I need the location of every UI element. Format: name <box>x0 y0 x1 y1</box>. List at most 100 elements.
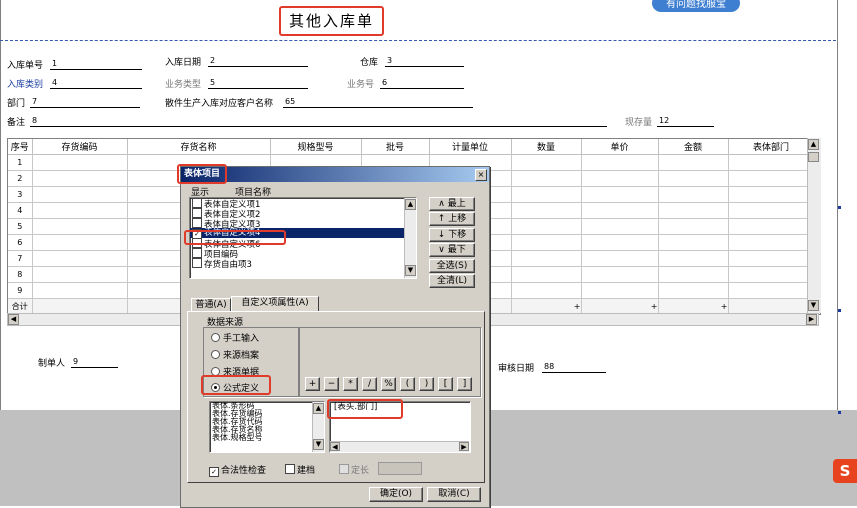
scroll-up-icon[interactable]: ▲ <box>405 199 416 210</box>
operator-button[interactable]: [ <box>438 377 453 391</box>
col-header-batch[interactable]: 批号 <box>361 139 430 155</box>
col-header-name[interactable]: 存货名称 <box>127 139 271 155</box>
customer-label: 散件生产入库对应客户名称 <box>165 99 274 109</box>
checkbox-icon[interactable] <box>192 258 202 268</box>
list-item[interactable]: 存货自由项3 <box>190 258 416 270</box>
checkbox-icon[interactable] <box>192 198 202 208</box>
scroll-down-icon[interactable]: ▼ <box>808 300 819 311</box>
row-number: 8 <box>8 266 33 283</box>
list-item[interactable]: 项目编码 <box>190 248 416 260</box>
move-down-button[interactable]: ↓ 下移 <box>429 228 475 242</box>
row-number: 2 <box>8 170 33 187</box>
items-scrollbar[interactable]: ▲ ▼ <box>404 198 416 278</box>
resize-handle[interactable] <box>838 411 841 414</box>
biz-no-field[interactable]: 6 <box>380 77 464 89</box>
tab-general[interactable]: 普通(A) <box>191 298 231 312</box>
list-item[interactable]: 表体自定义项3 <box>190 218 416 230</box>
move-up-button[interactable]: ↑ 上移 <box>429 212 475 226</box>
clear-all-button[interactable]: 全清(L) <box>429 274 475 288</box>
sogou-ime-icon[interactable]: S <box>833 459 857 483</box>
highlight-item <box>184 230 286 245</box>
source-option-archive[interactable]: 来源档案 <box>211 348 259 361</box>
select-all-button[interactable]: 全选(S) <box>429 259 475 273</box>
scroll-up-icon[interactable]: ▲ <box>808 139 819 150</box>
operator-button[interactable]: * <box>343 377 358 391</box>
list-item[interactable]: 表体自定义项2 <box>190 208 416 220</box>
move-bottom-button[interactable]: ∨ 最下 <box>429 243 475 257</box>
warehouse-field[interactable]: 3 <box>385 55 464 67</box>
col-header-spec[interactable]: 规格型号 <box>270 139 362 155</box>
row-number: 9 <box>8 282 33 299</box>
checkbox-icon[interactable] <box>192 208 202 218</box>
remark-label: 备注 <box>7 118 26 128</box>
stock-field: 12 <box>657 115 714 127</box>
operator-button[interactable]: % <box>381 377 396 391</box>
scroll-up-icon[interactable]: ▲ <box>313 403 324 414</box>
checkbox-icon[interactable] <box>192 218 202 228</box>
operator-button[interactable]: ( <box>400 377 415 391</box>
title-divider <box>0 40 836 41</box>
formula-hscrollbar[interactable]: ◀ ▶ <box>330 441 469 452</box>
maker-field: 9 <box>71 356 118 368</box>
ok-button[interactable]: 确定(O) <box>369 487 423 502</box>
col-header-price[interactable]: 单价 <box>581 139 659 155</box>
page-title: 其他入库单 <box>279 6 384 36</box>
resize-handle[interactable] <box>838 206 841 209</box>
col-header-body-dept[interactable]: 表体部门 <box>728 139 815 155</box>
col-header-code[interactable]: 存货编码 <box>32 139 128 155</box>
col-header-seq[interactable]: 序号 <box>8 139 33 155</box>
check-validity[interactable]: ✓ 合法性检查 <box>209 463 266 477</box>
doc-no-field[interactable]: 1 <box>50 58 142 70</box>
scroll-down-icon[interactable]: ▼ <box>313 439 324 450</box>
fields-listbox[interactable]: 表体.条形码 表体.存货编码 表体.存货代码 表体.存货名称 表体.规格型号 ▲ ▼ <box>209 401 325 453</box>
list-item[interactable]: 表体自定义项1 <box>190 198 416 210</box>
dialog-titlebar[interactable]: 表体项目 × <box>181 167 489 182</box>
close-icon[interactable]: × <box>475 169 487 181</box>
col-header-amount[interactable]: 金额 <box>658 139 729 155</box>
scroll-left-icon[interactable]: ◀ <box>330 442 340 451</box>
biz-type-field[interactable]: 5 <box>208 77 308 89</box>
radio-icon <box>211 350 220 359</box>
operator-button[interactable]: − <box>324 377 339 391</box>
operator-button[interactable]: + <box>305 377 320 391</box>
grid-vertical-scrollbar[interactable]: ▲ ▼ <box>807 138 821 313</box>
customer-field[interactable]: 65 <box>283 96 473 108</box>
source-option-manual[interactable]: 手工输入 <box>211 331 259 344</box>
in-type-field[interactable]: 4 <box>50 77 142 89</box>
cancel-button[interactable]: 取消(C) <box>427 487 481 502</box>
highlight-title <box>177 164 227 184</box>
check-build[interactable]: 建档 <box>285 463 315 476</box>
operator-button[interactable]: ) <box>419 377 434 391</box>
in-date-field[interactable]: 2 <box>208 55 308 67</box>
row-number: 4 <box>8 202 33 219</box>
row-number: 3 <box>8 186 33 203</box>
scroll-left-icon[interactable]: ◀ <box>8 314 19 325</box>
move-top-button[interactable]: ∧ 最上 <box>429 197 475 211</box>
audit-date-label: 审核日期 <box>498 364 535 374</box>
radio-icon <box>211 333 220 342</box>
help-badge[interactable]: 有问题找服宝 <box>652 0 740 12</box>
scroll-thumb[interactable] <box>808 152 819 162</box>
fields-scrollbar[interactable]: ▲ ▼ <box>312 402 324 452</box>
tab-custom-properties[interactable]: 自定义项属性(A) <box>231 296 319 312</box>
checkbox-icon[interactable] <box>192 248 202 258</box>
col-header-unit[interactable]: 计量单位 <box>429 139 512 155</box>
list-item[interactable]: 表体.规格型号 <box>210 434 324 442</box>
checkbox-disabled-icon <box>339 464 349 474</box>
department-field[interactable]: 7 <box>30 96 140 108</box>
operator-button[interactable]: ] <box>457 377 472 391</box>
scroll-right-icon[interactable]: ▶ <box>459 442 469 451</box>
source-option-label: 来源档案 <box>223 351 260 361</box>
resize-handle[interactable] <box>838 309 841 312</box>
col-header-qty[interactable]: 数量 <box>511 139 582 155</box>
row-number: 7 <box>8 250 33 267</box>
remark-field[interactable]: 8 <box>30 115 607 127</box>
biz-type-label: 业务类型 <box>165 80 202 90</box>
row-number: 5 <box>8 218 33 235</box>
department-label: 部门 <box>7 99 26 109</box>
scroll-right-icon[interactable]: ▶ <box>806 314 817 325</box>
list-item-label: 存货自由项3 <box>204 260 252 270</box>
operator-button[interactable]: / <box>362 377 377 391</box>
in-type-label: 入库类别 <box>7 80 44 90</box>
scroll-down-icon[interactable]: ▼ <box>405 265 416 276</box>
